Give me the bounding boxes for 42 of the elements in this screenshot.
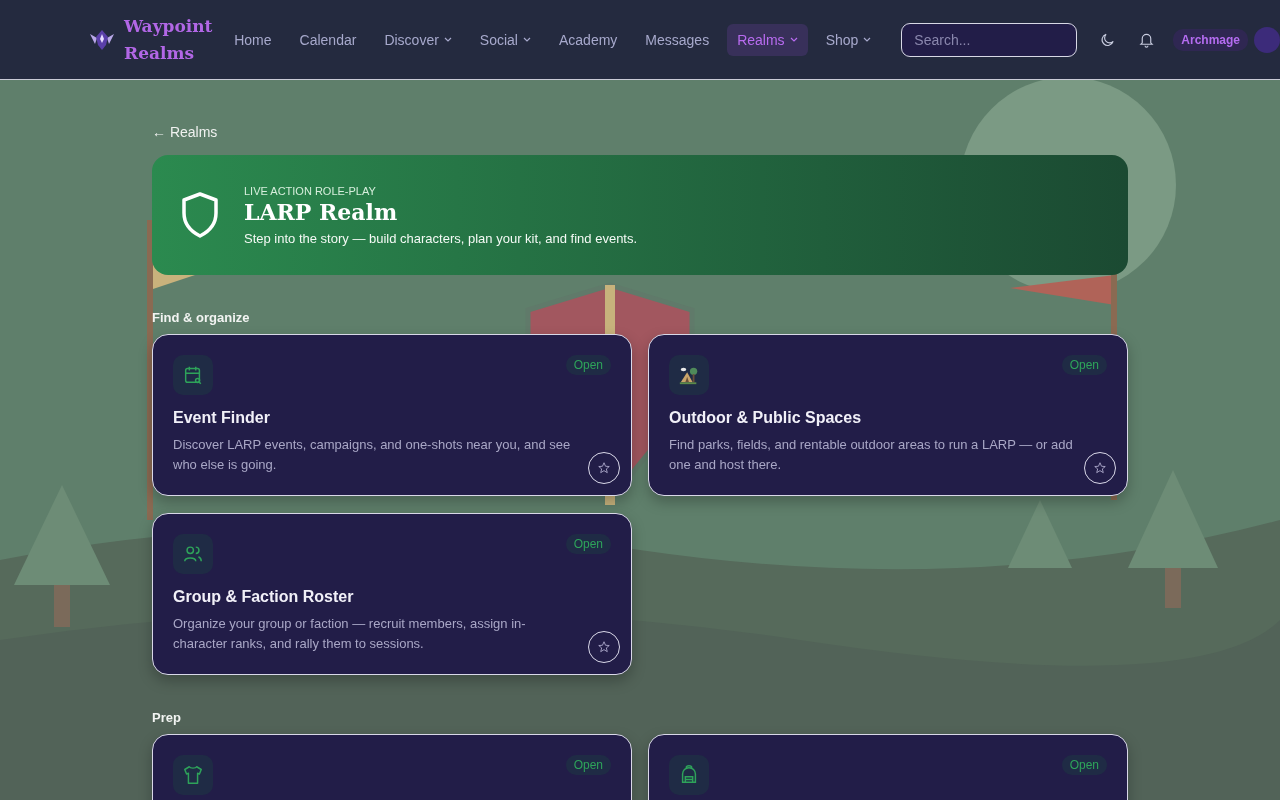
calendar-search-icon (173, 355, 213, 395)
nav-tab[interactable]: Home (224, 23, 282, 56)
back-link[interactable]: ← Realms (152, 124, 218, 140)
nav-tab[interactable]: Calendar (289, 23, 367, 56)
status-badge: Open (1061, 755, 1107, 775)
nav-tab[interactable]: Messages (635, 23, 720, 56)
realm-subtitle: Step into the story — build characters, plan your kit, and find events. (244, 230, 638, 246)
card-description: Discover LARP events, campaigns, and one-shots near you, and see who else is going. (173, 436, 572, 474)
role-badge: Archmage (1173, 28, 1248, 51)
nav-tab[interactable]: Academy (549, 23, 628, 56)
shirt-icon (173, 755, 213, 795)
realm-category: LIVE ACTION ROLE-PLAY (244, 184, 377, 197)
tool-card[interactable]: Open Outdoor & Public Spaces Find parks, fields, and rentable outdoor areas to run a LARP — or add one and host there. (648, 334, 1128, 496)
status-badge: Open (565, 755, 611, 775)
status-badge: Open (1061, 355, 1107, 375)
backpack-icon (669, 755, 709, 795)
card-title: Event Finder (173, 409, 271, 427)
status-badge: Open (565, 534, 611, 554)
star-icon (597, 640, 611, 654)
tool-card[interactable]: Open (648, 734, 1128, 800)
tool-card[interactable]: Open Event Finder Discover LARP events, campaigns, and one-shots near you, and see who else is going. (152, 334, 632, 496)
nav-tab[interactable]: Social (469, 23, 541, 56)
star-icon (1093, 461, 1107, 475)
tool-card[interactable]: Open Group & Faction Roster Organize your group or faction — recruit members, assign in-character ranks, and rally them to sessions. (152, 513, 632, 675)
card-description: Find parks, fields, and rentable outdoor areas to run a LARP — or add one and host there. (669, 436, 1074, 474)
realm-title: LARP Realm (244, 198, 399, 225)
shield-icon (180, 191, 220, 239)
brand-name[interactable]: Waypoint Realms (124, 12, 220, 67)
people-icon (173, 534, 213, 574)
star-icon (597, 461, 611, 475)
nav-tab[interactable]: Shop (815, 23, 882, 56)
card-title: Group & Faction Roster (173, 588, 355, 606)
nav-tab[interactable]: Discover (374, 23, 462, 56)
tool-card[interactable]: Open (152, 734, 632, 800)
search-field[interactable]: Search... (901, 22, 1078, 57)
card-description: Organize your group or faction — recruit members, assign in-character ranks, and rally them to sessions. (173, 615, 527, 653)
tent-icon (669, 355, 709, 395)
card-title: Outdoor & Public Spaces (669, 409, 863, 427)
status-badge: Open (565, 355, 611, 375)
section-heading: Prep (152, 710, 181, 725)
section-heading: Find & organize (152, 310, 250, 325)
nav-tab[interactable]: Realms (727, 23, 808, 56)
